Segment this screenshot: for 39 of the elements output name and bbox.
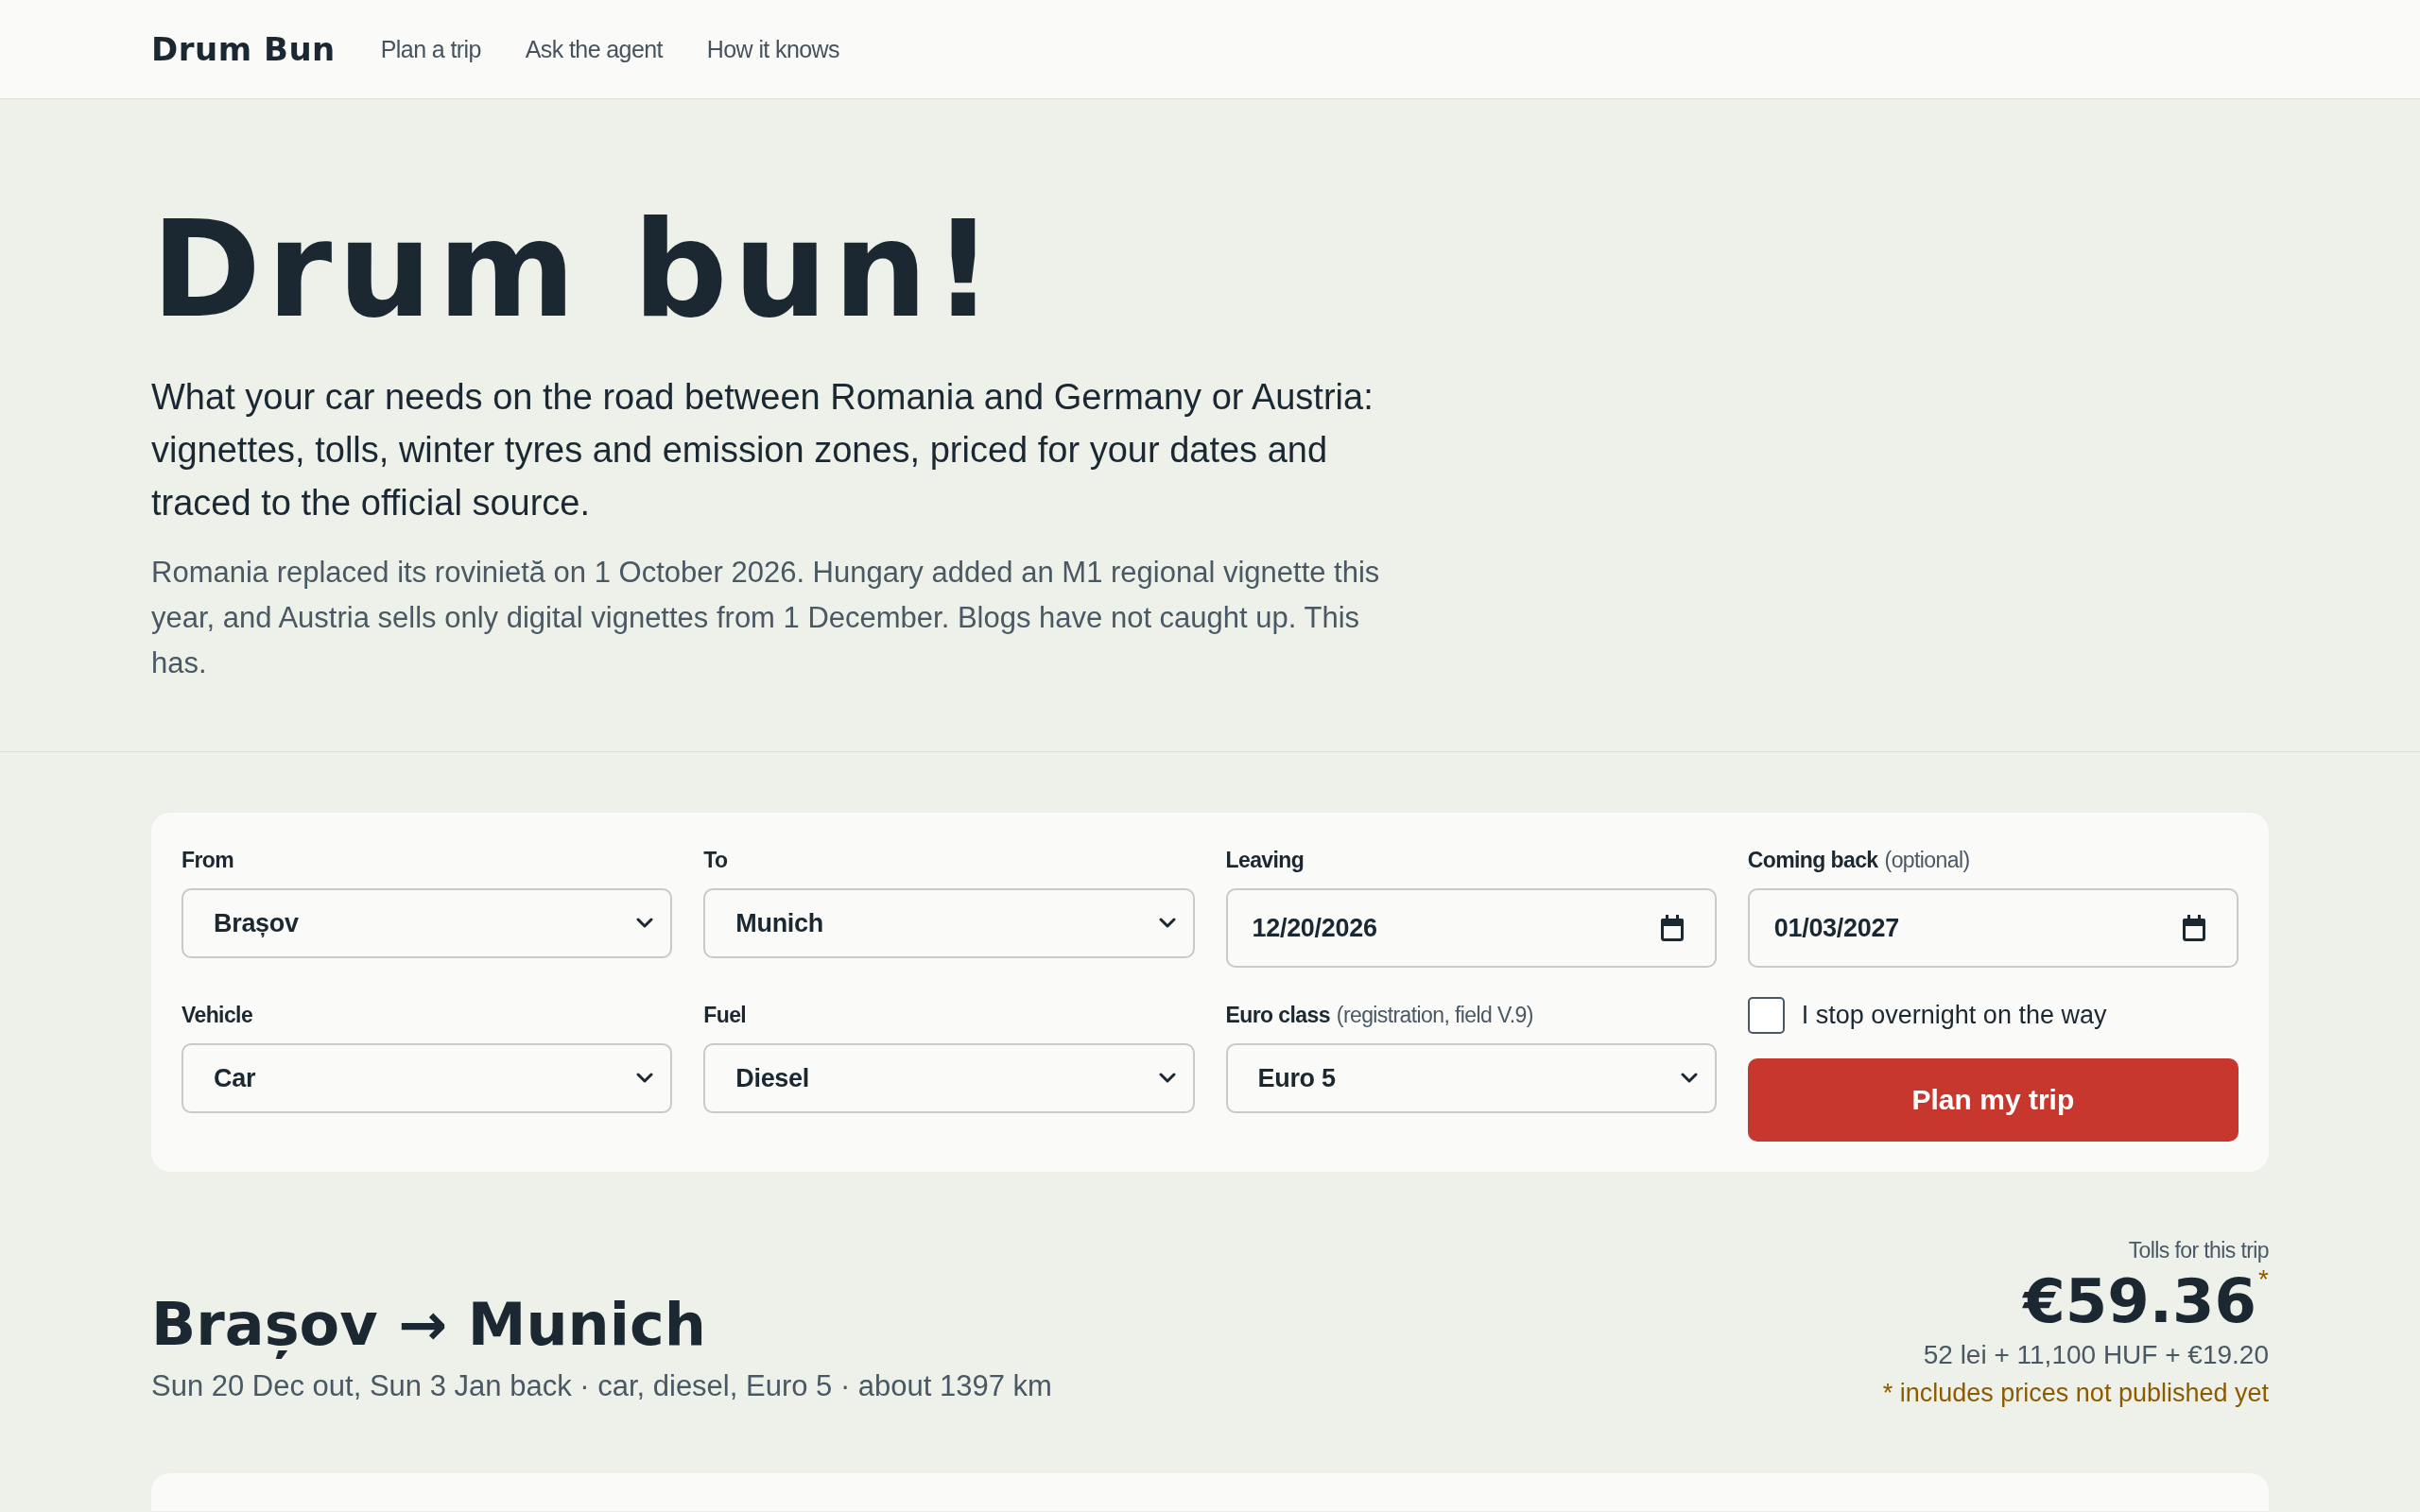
trip-summary: Sun 20 Dec out, Sun 3 Jan back · car, diesel, Euro 5 · about 1397 km bbox=[151, 1368, 1052, 1404]
chevron-down-icon bbox=[636, 918, 654, 929]
chevron-down-icon bbox=[636, 1073, 654, 1084]
field-label: To bbox=[703, 847, 728, 873]
nav-link[interactable]: Plan a trip bbox=[380, 35, 481, 63]
route-title: Brașov → Munich bbox=[151, 1289, 707, 1361]
calendar-icon bbox=[1659, 915, 1685, 941]
date-input[interactable]: 01/03/2027 bbox=[1747, 888, 2238, 968]
plan-trip-button[interactable]: Plan my trip bbox=[1747, 1058, 2238, 1142]
dropdown[interactable]: Brașov bbox=[182, 888, 673, 958]
footnote-text: * includes prices not published yet bbox=[1882, 1378, 2269, 1409]
checkbox-label[interactable]: I stop overnight on the way bbox=[1801, 1001, 2107, 1030]
field-hint: (registration, field V.9) bbox=[1336, 1002, 1533, 1028]
calendar-icon bbox=[2182, 915, 2206, 941]
field-label: Coming back bbox=[1747, 847, 1878, 873]
field-label: Fuel bbox=[703, 1002, 747, 1028]
chevron-down-icon bbox=[1158, 918, 1176, 929]
toll-total: €59.36$^{*}$ bbox=[2023, 1266, 2269, 1336]
logo[interactable]: Drum Bun bbox=[151, 30, 336, 68]
hero-title: Drum bun! bbox=[151, 199, 1000, 341]
field-hint: (optional) bbox=[1884, 847, 1970, 873]
field-label: Euro class bbox=[1225, 1002, 1330, 1028]
hero-note-text: Romania replaced its rovinietă on 1 October 2026. Hungary added an M1 regional vignette this year, and Austria sells only digital vignettes from 1 December. Blogs have not caught up. This has. bbox=[151, 555, 1381, 681]
chevron-down-icon bbox=[1680, 1073, 1698, 1084]
dropdown[interactable]: Car bbox=[182, 1043, 673, 1113]
dropdown[interactable]: Euro 5 bbox=[1225, 1043, 1717, 1113]
field-label: Vehicle bbox=[182, 1002, 253, 1028]
date-input[interactable]: 12/20/2026 bbox=[1225, 888, 1717, 968]
nav-link[interactable]: How it knows bbox=[706, 35, 839, 63]
chevron-down-icon bbox=[1158, 1073, 1176, 1084]
dropdown[interactable]: Munich bbox=[703, 888, 1195, 958]
checkbox[interactable] bbox=[1747, 997, 1785, 1034]
field-label: Leaving bbox=[1225, 847, 1305, 873]
hero-lead-text: What your car needs on the road between Romania and Germany or Austria: vignettes, tolls, winter tyres and emission zones, priced for your dates and traced to the official source. bbox=[151, 376, 1374, 524]
toll-breakdown: 52 lei + 11,100 HUF + €19.20 bbox=[1923, 1339, 2269, 1371]
dropdown[interactable]: Diesel bbox=[703, 1043, 1195, 1113]
field-label: From bbox=[182, 847, 234, 873]
tolls-label: Tolls for this trip bbox=[2128, 1237, 2269, 1264]
nav-link[interactable]: Ask the agent bbox=[525, 35, 663, 63]
